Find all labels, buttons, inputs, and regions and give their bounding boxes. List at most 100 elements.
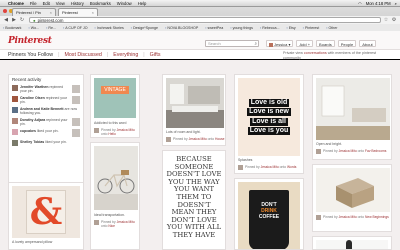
menu-bookmarks[interactable]: Bookmarks — [90, 1, 111, 6]
board-link[interactable]: Words — [287, 165, 296, 169]
pin-person[interactable] — [312, 236, 392, 250]
menu-history[interactable]: History — [71, 1, 84, 6]
pin-caption: Ideal transportation. — [94, 213, 125, 217]
menu-help[interactable]: Help — [138, 1, 147, 6]
activity-item[interactable]: Shelley Tobias liked your pin. — [12, 140, 80, 146]
pin-coffee[interactable]: DON'T DRINK COFFEE — [234, 178, 304, 250]
avatar — [12, 118, 18, 124]
conversations-link[interactable]: conversations — [304, 51, 327, 55]
bookmark-item[interactable]: A CUP OF JO — [63, 26, 87, 30]
wifi-icon[interactable]: ◠ — [358, 1, 362, 6]
bookmark-item[interactable]: young things — [230, 26, 253, 30]
bookmark-item[interactable]: Inchmark Stories — [95, 26, 124, 30]
browser-tab-2[interactable]: Pinterest × — [58, 8, 98, 16]
bookmark-item[interactable]: Design*Sponge — [131, 26, 158, 30]
menu-file[interactable]: File — [30, 1, 37, 6]
pinner-link[interactable]: Jessica Mitu — [339, 149, 357, 153]
love-line: Love is all — [250, 117, 288, 126]
menu-app[interactable]: Chrome — [8, 1, 24, 6]
pinner-link[interactable]: Jessica Mitu — [117, 128, 135, 132]
search-input[interactable]: Search ⌕ — [205, 40, 259, 47]
spotlight-icon[interactable]: ⌕ — [395, 1, 397, 6]
user-menu[interactable]: Jessica ▾ — [266, 40, 294, 47]
pin-kitchen[interactable]: Lots of room and light. Pinned by Jessic… — [162, 74, 226, 146]
bookmarks-bar: Bookmark Wo... Re... A CUP OF JO Inchmar… — [0, 24, 400, 31]
activity-item[interactable]: cupcakes liked your pin. — [12, 129, 80, 137]
love-line: Love is old — [248, 98, 290, 107]
pinner-link[interactable]: Jessica Mitu — [189, 137, 207, 141]
pinner-link[interactable]: Jessica Mitu — [117, 220, 135, 224]
pin-image[interactable] — [316, 78, 390, 140]
pin-image[interactable] — [166, 78, 224, 128]
address-bar[interactable]: ● pinterest.com — [29, 17, 381, 23]
people-button[interactable]: People — [337, 40, 357, 47]
tab-pinners-you-follow[interactable]: Pinners You Follow — [8, 52, 53, 58]
pin-bike[interactable]: Ideal transportation. Pinned by Jessica … — [90, 142, 140, 250]
wrench-icon[interactable]: ⚙ — [391, 17, 397, 23]
pin-image[interactable]: & — [12, 186, 80, 238]
activity-item[interactable]: Andrew and Katie Bennett are now followi… — [12, 107, 80, 115]
bookmark-item[interactable]: Wo... — [28, 26, 39, 30]
pin-bedroom[interactable]: Open and bright. Pinned by Jessica Mitu … — [312, 74, 392, 160]
search-icon[interactable]: ⌕ — [254, 41, 257, 46]
add-button[interactable]: Add + — [296, 40, 314, 47]
bookmark-item[interactable]: sweetPea — [205, 26, 224, 30]
bookmark-item[interactable]: Other — [326, 26, 337, 30]
about-button[interactable]: About — [359, 40, 376, 47]
board-link[interactable]: Fav Bedrooms — [365, 149, 386, 153]
pinterest-logo[interactable]: Pinterest — [8, 36, 52, 46]
pin-love-is[interactable]: Love is old Love is new Love is all Love… — [234, 74, 304, 174]
pin-image[interactable] — [94, 146, 138, 210]
back-arrow-icon[interactable]: ◀ — [3, 17, 9, 23]
board-link[interactable]: New Beginnings — [365, 215, 389, 219]
bookmark-item[interactable]: Re... — [46, 26, 56, 30]
pinner-link[interactable]: Jessica Mitu — [339, 215, 357, 219]
pin-vintage[interactable]: VINTAGE Addicted to this word Pinned by … — [90, 74, 140, 138]
pin-image[interactable]: DON'T DRINK COFFEE — [238, 182, 300, 249]
private-view-prefix: Private view — [283, 51, 303, 55]
pin-caption: Addicted to this word — [94, 121, 127, 125]
pin-image[interactable] — [316, 240, 388, 249]
pin-ampersand-pillow[interactable]: & A lovely ampersand pillow — [8, 182, 84, 250]
pin-thumbnail[interactable] — [72, 118, 80, 126]
bookmark-item[interactable]: Etsy — [286, 26, 296, 30]
bookmark-item[interactable]: Pinterest — [303, 26, 319, 30]
star-icon[interactable]: ☆ — [383, 17, 389, 23]
close-tab-icon[interactable]: × — [92, 10, 94, 15]
reload-icon[interactable]: ↻ — [19, 17, 25, 23]
pin-quote[interactable]: BECAUSE SOMEONE DOESN'T LOVE YOU THE WAY… — [162, 150, 226, 250]
close-window-icon[interactable] — [3, 9, 7, 13]
person-figure — [346, 240, 352, 249]
menubar-clock[interactable]: Mon 4:18 PM — [366, 1, 391, 6]
board-link[interactable]: House — [215, 137, 225, 141]
pinner-link[interactable]: Jessica Mitu — [261, 165, 279, 169]
menu-view[interactable]: View — [56, 1, 65, 6]
bookmark-item[interactable]: NOVA BLOGSHOP — [165, 26, 198, 30]
menu-edit[interactable]: Edit — [43, 1, 50, 6]
boards-button[interactable]: Boards — [316, 40, 335, 47]
pin-image[interactable]: Love is old Love is new Love is all Love… — [238, 78, 300, 156]
menu-window[interactable]: Window — [117, 1, 132, 6]
activity-item[interactable]: Jennifer Warthen repinned your pin. — [12, 85, 80, 93]
avatar — [12, 96, 18, 102]
tab-most-discussed[interactable]: Most Discussed — [64, 52, 101, 58]
board-link[interactable]: Nice — [108, 224, 115, 228]
forward-arrow-icon[interactable]: ▶ — [11, 17, 17, 23]
pin-box[interactable]: Pinned by Jessica Mitu onto New Beginnin… — [312, 164, 392, 232]
quote-text[interactable]: BECAUSE SOMEONE DOESN'T LOVE YOU THE WAY… — [166, 154, 222, 242]
pin-image[interactable] — [316, 168, 390, 212]
activity-item[interactable]: Caroline Olsen repinned your pin. — [12, 96, 80, 104]
tab-gifts[interactable]: Gifts — [150, 52, 161, 58]
close-tab-icon[interactable]: × — [50, 10, 52, 15]
pin-thumbnail[interactable] — [72, 129, 80, 137]
pin-thumbnail[interactable] — [72, 85, 80, 93]
board-link[interactable]: Hello — [108, 132, 116, 136]
pin-caption: Open and bright. — [316, 142, 343, 146]
bookmark-item[interactable]: Bookmark — [3, 26, 21, 30]
browser-tab-1[interactable]: Pinterest / Pin × — [12, 8, 56, 16]
pin-thumbnail[interactable] — [72, 96, 80, 104]
bookmark-item[interactable]: Rebecca... — [260, 26, 279, 30]
pin-image[interactable]: VINTAGE — [94, 78, 136, 118]
activity-item[interactable]: Dorothy Adjara repinned your pin. — [12, 118, 80, 126]
tab-everything[interactable]: Everything — [113, 52, 138, 58]
